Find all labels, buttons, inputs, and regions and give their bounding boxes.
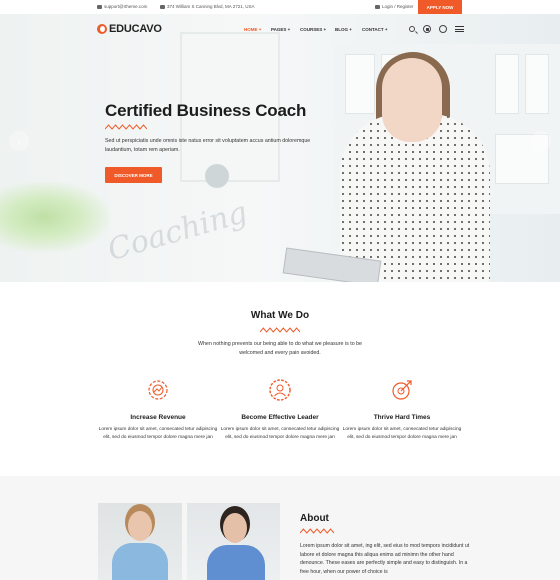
services-title: What We Do (250, 310, 310, 321)
service-text: Lorem ipsum dolor sit amet, consecated t… (342, 427, 462, 440)
nav-item-home-label: HOME (244, 27, 258, 32)
service-card-effective-leader: Become Effective Leader Lorem ipsum dolo… (220, 377, 340, 442)
menu-icon[interactable] (455, 26, 464, 32)
about-title: About (300, 513, 329, 524)
service-title: Increase Revenue (130, 414, 186, 421)
topbar-login[interactable]: Login / Register (375, 4, 414, 9)
main-nav: HOME + PAGES + COURSES + BLOG + CONTACT … (244, 27, 392, 32)
nav-item-pages[interactable]: PAGES + (271, 27, 300, 32)
about-photo-2 (187, 503, 280, 580)
service-text: Lorem ipsum dolor sit amet, consecated t… (98, 427, 218, 440)
topbar-address: 374 William S Canning Blvd, MA 2721, USA (160, 4, 255, 9)
about-text: Lorem ipsum dolor sit amet, ing elit, se… (300, 543, 470, 575)
hero-title-zigzag (105, 124, 147, 130)
nav-item-courses[interactable]: COURSES + (300, 27, 335, 32)
hero-background-lamp (205, 164, 229, 188)
location-icon (160, 4, 165, 9)
leader-gear-icon (269, 379, 291, 401)
nav-item-contact-label: CONTACT (362, 27, 384, 32)
hero-watermark: Coaching (103, 194, 252, 269)
hero-description: Sed ut perspiciatis unde omnis iste natu… (105, 138, 311, 153)
main-header: EDUCAVO HOME + PAGES + COURSES + BLOG + … (0, 14, 560, 46)
envelope-icon (97, 4, 102, 9)
topbar-login-text: Login / Register (382, 4, 414, 9)
services-title-zigzag (260, 327, 300, 333)
search-icon[interactable] (409, 26, 415, 32)
slider-prev-arrow-icon[interactable]: ‹ (9, 131, 29, 151)
revenue-gear-icon (148, 380, 168, 400)
nav-item-blog-label: BLOG (335, 27, 348, 32)
topbar-email[interactable]: support@rtheme.com (97, 4, 147, 9)
hero-background-plant (0, 182, 110, 252)
user-account-icon[interactable] (439, 25, 447, 33)
service-title: Thrive Hard Times (373, 414, 431, 421)
topbar-email-text: support@rtheme.com (104, 4, 148, 9)
header-icons (409, 25, 464, 33)
user-icon (375, 4, 380, 9)
nav-item-contact[interactable]: CONTACT + (362, 27, 392, 32)
nav-item-blog[interactable]: BLOG + (335, 27, 362, 32)
logo-mark-icon (97, 24, 107, 34)
discover-more-button[interactable]: DISCOVER MORE (105, 167, 162, 183)
nav-item-pages-label: PAGES (271, 27, 287, 32)
logo-text: EDUCAVO (109, 23, 162, 35)
apply-now-button[interactable]: APPLY NOW (418, 0, 462, 14)
top-bar: support@rtheme.com 374 William S Canning… (0, 0, 560, 14)
topbar-address-text: 374 William S Canning Blvd, MA 2721, USA (167, 4, 255, 9)
service-card-thrive-hard-times: Thrive Hard Times Lorem ipsum dolor sit … (342, 377, 462, 442)
about-photo-1 (98, 503, 182, 580)
nav-item-courses-label: COURSES (300, 27, 323, 32)
service-card-increase-revenue: Increase Revenue Lorem ipsum dolor sit a… (98, 377, 218, 442)
slider-next-arrow-icon[interactable]: › (531, 131, 551, 151)
service-title: Become Effective Leader (241, 414, 319, 421)
site-logo[interactable]: EDUCAVO (97, 23, 162, 35)
about-title-zigzag (300, 528, 334, 534)
strive-arrow-icon (392, 380, 412, 400)
services-subtitle: When nothing prevents our being able to … (197, 341, 362, 356)
nav-item-home[interactable]: HOME + (244, 27, 271, 32)
about-section (0, 476, 560, 580)
service-text: Lorem ipsum dolor sit amet, consecated t… (220, 427, 340, 440)
hero-title: Certified Business Coach (105, 101, 307, 120)
cart-icon[interactable] (423, 25, 431, 33)
hero-model-face (382, 58, 442, 142)
